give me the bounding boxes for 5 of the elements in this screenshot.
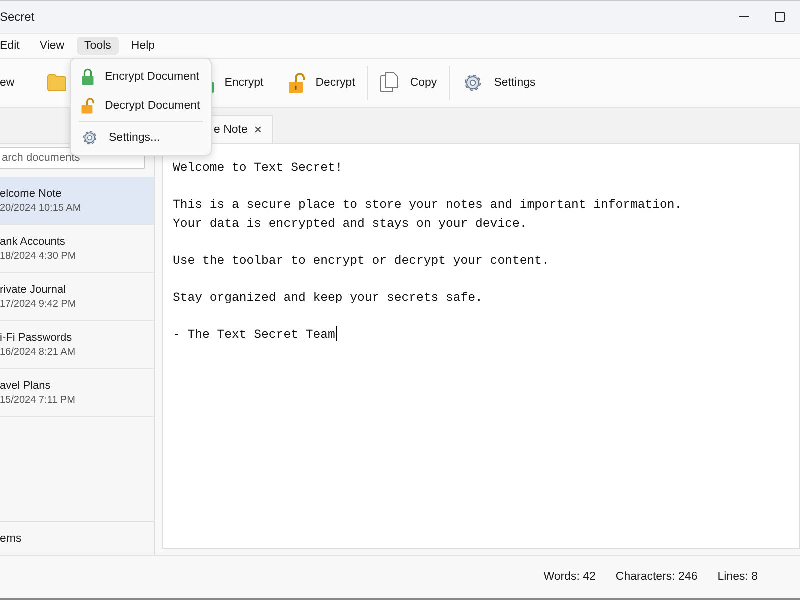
status-text: Characters: 246 bbox=[616, 571, 698, 583]
item-count: ems bbox=[0, 532, 22, 544]
status-text: Words: 42 bbox=[544, 571, 596, 583]
status-text: Lines: 8 bbox=[718, 571, 758, 583]
window-title: Secret bbox=[0, 10, 35, 24]
